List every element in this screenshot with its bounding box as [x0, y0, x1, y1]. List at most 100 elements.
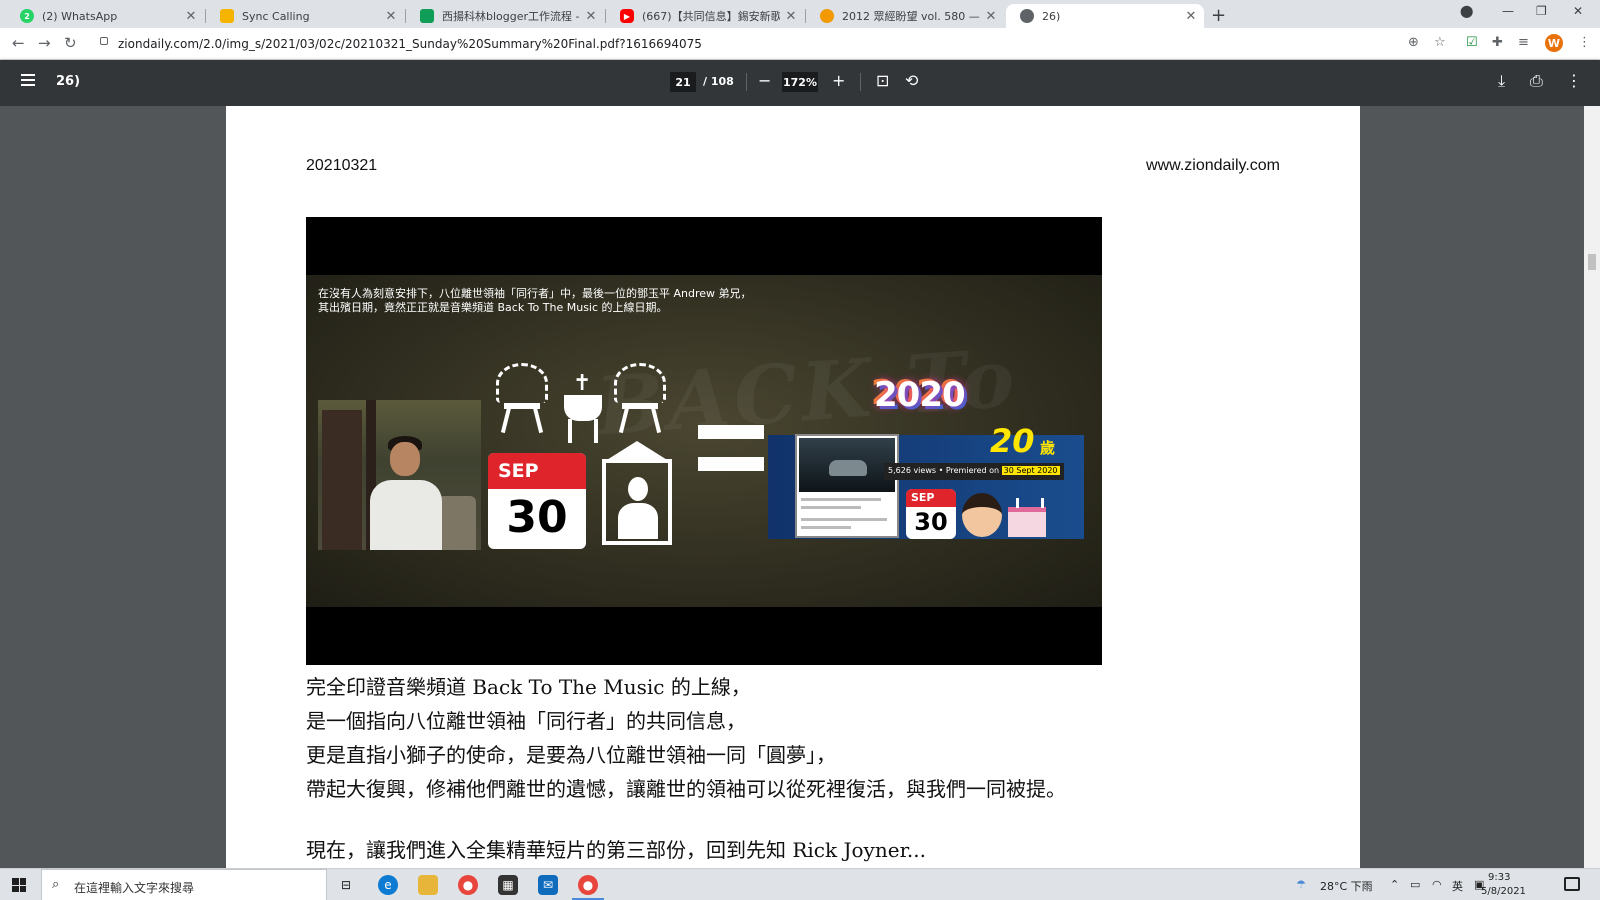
tab-whatsapp[interactable]: 2 (2) WhatsApp ✕: [6, 4, 204, 28]
whatsapp-icon: 2: [20, 9, 34, 23]
show-hidden-icons[interactable]: ⌃: [1390, 878, 1399, 891]
extension-check-icon[interactable]: ☑: [1466, 35, 1478, 50]
palette-icon: [820, 9, 834, 23]
mail-icon[interactable]: ✉: [538, 875, 558, 895]
back-icon[interactable]: ←: [12, 34, 25, 52]
reload-icon[interactable]: ↻: [64, 34, 77, 52]
coffin-icon: [564, 395, 602, 421]
close-tab-icon[interactable]: ✕: [1184, 9, 1198, 24]
page-number-input[interactable]: 21: [670, 72, 696, 92]
address-bar[interactable]: ziondaily.com/2.0/img_s/2021/03/02c/2021…: [118, 37, 702, 51]
reading-list-icon[interactable]: ≡: [1518, 35, 1529, 50]
chrome-icon[interactable]: ●: [458, 875, 478, 895]
close-tab-icon[interactable]: ✕: [584, 9, 598, 24]
tab-sheets[interactable]: 西揚科林blogger工作流程 - Goo ✕: [406, 4, 604, 28]
rotate-icon[interactable]: ⟲: [905, 71, 918, 90]
pdf-toolbar: 26) 21 / 108 − 172% + ⊡ ⟲ ⤓ ⎙ ⋮: [0, 60, 1600, 106]
portrait-photo: [318, 400, 481, 550]
close-window-icon[interactable]: ✕: [1573, 4, 1583, 18]
close-tab-icon[interactable]: ✕: [784, 9, 798, 24]
chrome-active-icon[interactable]: ●: [578, 875, 598, 895]
zoom-out-icon[interactable]: −: [758, 71, 771, 90]
tab-blog[interactable]: 2012 眾經盼望 vol. 580 — 修補 ✕: [806, 4, 1004, 28]
close-tab-icon[interactable]: ✕: [184, 9, 198, 24]
birthday-cake-icon: [1008, 498, 1046, 537]
body-paragraph-line: 更是直指小獅子的使命，是要為八位離世領袖一同「圓夢」，: [306, 743, 836, 767]
body-paragraph-line: 帶起大復興，修補他們離世的遺憾，讓離世的領袖可以從死裡復活，與我們一同被提。: [306, 777, 1066, 801]
browser-toolbar: ← → ↻ ziondaily.com/2.0/img_s/2021/03/02…: [0, 28, 1600, 60]
sheets-icon: [420, 9, 434, 23]
calendar-icon: SEP 30: [906, 489, 956, 539]
embedded-slide-image: BACK To 在沒有人為刻意安排下，八位離世領袖「同行者」中，最後一位的鄧玉平…: [306, 217, 1102, 665]
close-tab-icon[interactable]: ✕: [984, 9, 998, 24]
tab-strip: 2 (2) WhatsApp ✕ Sync Calling ✕ 西揚科林blog…: [0, 0, 1600, 28]
store-icon[interactable]: ▦: [498, 875, 518, 895]
views-text: 5,626 views • Premiered on: [888, 466, 1002, 475]
windows-start-icon[interactable]: [12, 878, 26, 892]
calendar-day: 30: [914, 508, 948, 536]
print-icon[interactable]: ⎙: [1530, 71, 1543, 91]
download-icon[interactable]: ⤓: [1498, 71, 1505, 91]
toolbar-divider: [860, 73, 861, 91]
task-view-icon[interactable]: ⊟: [336, 875, 356, 895]
restore-icon[interactable]: ❐: [1536, 4, 1547, 18]
youtube-video-card: [795, 434, 899, 538]
tab-sync-calling[interactable]: Sync Calling ✕: [206, 4, 404, 28]
memorial-portrait-icon: [602, 441, 672, 545]
more-options-icon[interactable]: ⋮: [1566, 71, 1582, 90]
youtube-views-label: 5,626 views • Premiered on 30 Sept 2020: [884, 463, 1064, 480]
body-paragraph-line: 現在，讓我們進入全集精華短片的第三部份，回到先知 Rick Joyner...: [306, 838, 926, 862]
cartoon-boy-icon: [962, 493, 1002, 537]
tab-youtube[interactable]: ▶ (667)【共同信息】錫安新歌英文 ✕: [606, 4, 804, 28]
fit-page-icon[interactable]: ⊡: [876, 71, 889, 90]
file-explorer-icon[interactable]: [418, 875, 438, 895]
tab-pdf-active[interactable]: 26) ✕: [1006, 4, 1204, 28]
new-tab-button[interactable]: +: [1211, 5, 1226, 26]
minimize-icon[interactable]: —: [1502, 4, 1514, 18]
zoom-in-icon[interactable]: +: [832, 71, 845, 90]
weather-icon[interactable]: ☂: [1296, 878, 1306, 891]
lock-icon[interactable]: [100, 37, 108, 45]
profile-avatar[interactable]: W: [1545, 34, 1563, 52]
zoom-level-input[interactable]: 172%: [782, 72, 818, 92]
edge-icon[interactable]: e: [378, 875, 398, 895]
zoom-icon[interactable]: ⊕: [1408, 35, 1419, 50]
scrollbar-thumb[interactable]: [1588, 254, 1596, 270]
chrome-menu-icon[interactable]: ⋮: [1578, 35, 1591, 50]
premiere-date: 30 Sept 2020: [1001, 466, 1060, 475]
clock-time[interactable]: 9:33: [1488, 872, 1510, 883]
menu-icon[interactable]: [21, 74, 35, 86]
tab-title: Sync Calling: [242, 9, 310, 23]
taskbar-search-box[interactable]: ⌕ 在這裡輸入文字來搜尋: [41, 869, 327, 900]
windows-taskbar: ⌕ 在這裡輸入文字來搜尋 ⊟ e ● ▦ ✉ ● ☂ 28°C 下雨 ⌃ ▭ ◠…: [0, 868, 1600, 900]
equals-sign-icon: [698, 425, 764, 439]
clock-date[interactable]: 5/8/2021: [1481, 886, 1526, 897]
cross-icon: ✝: [573, 371, 592, 396]
battery-icon[interactable]: ▭: [1410, 878, 1420, 891]
page-header-site: www.ziondaily.com: [1146, 157, 1280, 174]
calendar-day: 30: [506, 492, 568, 543]
pdf-viewer[interactable]: 20210321 www.ziondaily.com BACK To 在沒有人為…: [0, 106, 1600, 868]
network-icon[interactable]: ◠: [1432, 878, 1442, 891]
taskbar-search-placeholder: 在這裡輸入文字來搜尋: [74, 881, 195, 895]
extensions-puzzle-icon[interactable]: ✚: [1492, 35, 1503, 50]
page-header-date: 20210321: [306, 157, 378, 174]
bookmark-star-icon[interactable]: ☆: [1434, 35, 1446, 50]
sync-calling-icon: [220, 9, 234, 23]
tab-title: (667)【共同信息】錫安新歌英文: [642, 10, 780, 23]
close-tab-icon[interactable]: ✕: [384, 9, 398, 24]
forward-icon[interactable]: →: [38, 34, 51, 52]
slide-scene: BACK To 在沒有人為刻意安排下，八位離世領袖「同行者」中，最後一位的鄧玉平…: [306, 275, 1102, 607]
ime-indicator[interactable]: 英: [1452, 878, 1463, 894]
tab-search-icon[interactable]: ⬤: [1460, 4, 1473, 18]
vertical-scrollbar[interactable]: [1584, 106, 1600, 868]
equals-sign-icon: [698, 457, 764, 471]
year-logo: 2020: [874, 375, 966, 415]
page-total: / 108: [703, 75, 734, 88]
age-number: 20: [990, 422, 1035, 460]
weather-text[interactable]: 28°C 下雨: [1320, 878, 1373, 894]
tab-title: 26): [1042, 9, 1061, 23]
toolbar-divider: [746, 73, 747, 91]
notification-icon[interactable]: [1564, 877, 1580, 891]
calendar-month: SEP: [906, 489, 956, 507]
